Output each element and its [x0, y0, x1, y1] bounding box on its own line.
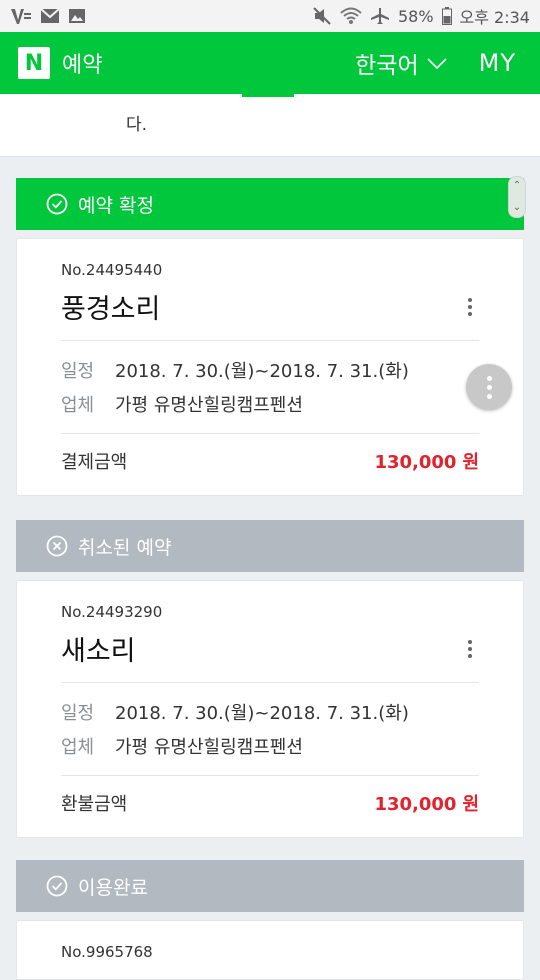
my-menu-button[interactable]: MY	[479, 49, 516, 77]
naver-logo[interactable]: N	[18, 47, 50, 79]
image-icon	[68, 8, 86, 24]
reservation-canceled-section: 취소된 예약 No.24493290 새소리 일정 2018. 7. 30.(월)…	[15, 520, 525, 838]
reservation-completed-section: 이용완료 No.9965768	[15, 860, 525, 980]
scroll-handle[interactable]: ⌃ ⌄	[508, 176, 526, 218]
airplane-icon	[370, 7, 390, 25]
status-label: 취소된 예약	[78, 536, 172, 559]
reservation-number: No.24493290	[61, 603, 163, 621]
schedule-label: 일정	[61, 361, 95, 382]
status-ribbon-completed: 이용완료	[15, 860, 525, 920]
chevron-down-small-icon: ⌄	[512, 202, 522, 213]
more-options-icon[interactable]	[461, 297, 479, 316]
status-bar: 58% 오후 2:34	[0, 0, 540, 32]
status-label: 이용완료	[78, 876, 148, 899]
cancel-circle-icon	[46, 535, 68, 557]
clock: 오후 2:34	[459, 8, 530, 27]
schedule-value: 2018. 7. 30.(월)~2018. 7. 31.(화)	[115, 361, 409, 382]
status-ribbon-canceled: 취소된 예약	[15, 520, 525, 580]
place-name: 풍경소리	[61, 294, 161, 325]
schedule-label: 일정	[61, 703, 95, 724]
chevron-down-icon	[427, 50, 447, 76]
floating-menu-button[interactable]	[466, 364, 512, 410]
amount-value: 130,000 원	[374, 452, 479, 473]
mute-icon	[312, 7, 332, 25]
vendor-label: 업체	[61, 737, 95, 758]
status-label: 예약 확정	[78, 194, 154, 217]
amount-label: 환불금액	[61, 794, 128, 815]
reservation-card[interactable]: No.9965768	[16, 920, 524, 980]
chevron-up-icon: ⌃	[512, 180, 522, 191]
check-circle-icon	[46, 193, 68, 215]
vendor-label: 업체	[61, 395, 95, 416]
reservation-card[interactable]: No.24493290 새소리 일정 2018. 7. 30.(월)~2018. …	[16, 580, 524, 838]
wifi-icon	[340, 7, 362, 25]
status-ribbon-confirmed: 예약 확정	[15, 178, 525, 238]
vibration-icon	[10, 7, 32, 25]
place-name: 새소리	[61, 636, 136, 667]
tab-indicator	[242, 94, 294, 97]
notice-text: 다.	[126, 115, 148, 135]
mail-icon	[40, 8, 60, 24]
reservation-number: No.9965768	[61, 943, 153, 961]
amount-value: 130,000 원	[374, 794, 479, 815]
check-circle-icon	[46, 875, 68, 897]
language-selector[interactable]: 한국어	[355, 46, 447, 80]
schedule-value: 2018. 7. 30.(월)~2018. 7. 31.(화)	[115, 703, 409, 724]
vendor-value: 가평 유명산힐링캠프펜션	[115, 737, 303, 758]
battery-percent: 58%	[397, 6, 434, 26]
notice-area: 다.	[0, 94, 540, 157]
reservation-number: No.24495440	[61, 261, 163, 279]
app-header: N 예약 한국어 MY	[0, 32, 540, 94]
page-title: 예약	[62, 53, 103, 78]
more-options-icon[interactable]	[461, 639, 479, 658]
language-label: 한국어	[355, 53, 419, 79]
reservation-card[interactable]: No.24495440 풍경소리 일정 2018. 7. 30.(월)~2018.…	[16, 238, 524, 496]
reservation-confirmed-section: 예약 확정 No.24495440 풍경소리 일정 2018. 7. 30.(월)…	[15, 178, 525, 496]
vendor-value: 가평 유명산힐링캠프펜션	[115, 395, 303, 416]
amount-label: 결제금액	[61, 452, 128, 473]
battery-icon	[441, 7, 452, 25]
